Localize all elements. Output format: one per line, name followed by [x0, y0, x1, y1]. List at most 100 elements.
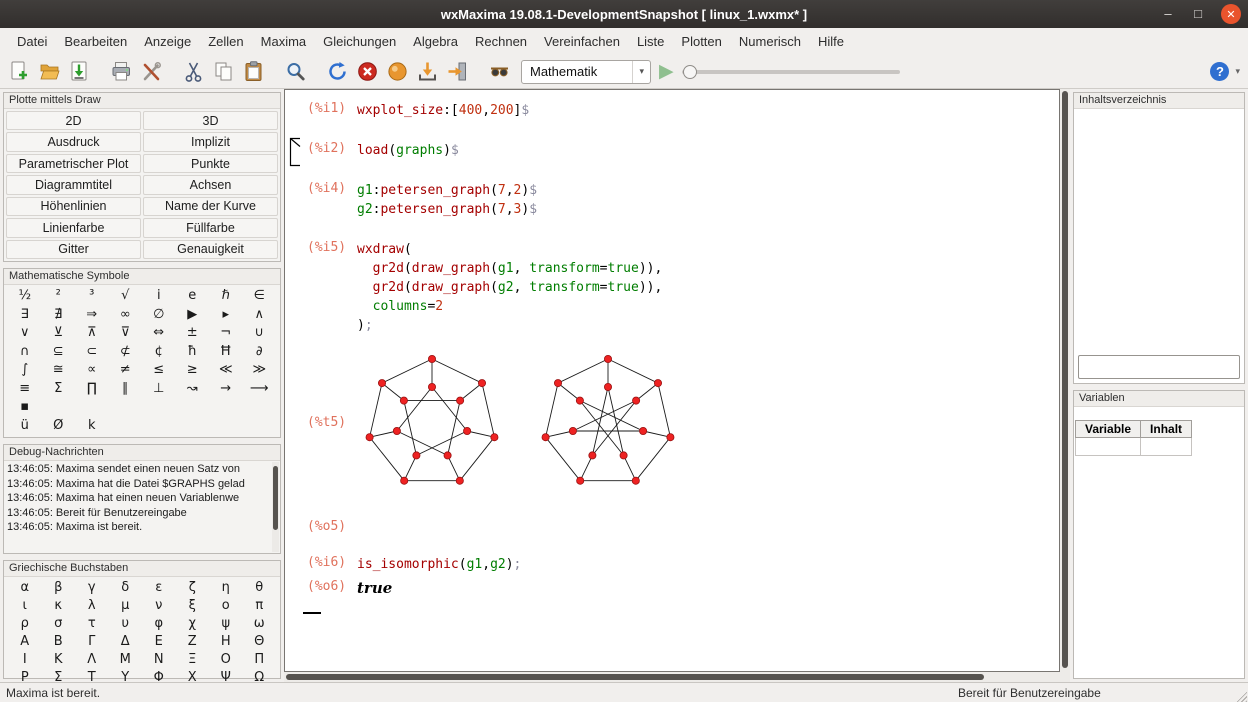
math-symbol-button[interactable]: ⟶ [243, 380, 277, 398]
math-symbol-button[interactable]: ∨ [8, 324, 42, 342]
greek-letter-button[interactable]: Ι [8, 651, 42, 669]
greek-letter-button[interactable]: ο [209, 597, 243, 615]
menu-item-anzeige[interactable]: Anzeige [137, 30, 198, 53]
worksheet-cell[interactable]: (%i6)is_isomorphic(g1,g2); [291, 555, 1059, 574]
greek-letter-button[interactable]: Λ [75, 651, 109, 669]
math-symbol-button[interactable]: k [75, 417, 109, 435]
math-symbol-button[interactable]: ¢ [142, 343, 176, 361]
math-symbol-button[interactable]: ≡ [8, 380, 42, 398]
greek-letter-button[interactable]: Θ [243, 633, 277, 651]
math-symbol-button[interactable]: ∩ [8, 343, 42, 361]
greek-letter-button[interactable]: Ν [142, 651, 176, 669]
math-symbol-button[interactable]: ≅ [42, 361, 76, 379]
greek-letter-button[interactable]: Κ [42, 651, 76, 669]
evaluate-to-cursor-icon[interactable] [414, 58, 441, 85]
maximize-button[interactable]: □ [1191, 4, 1205, 24]
draw-option-button[interactable]: Achsen [143, 175, 278, 194]
worksheet-cell[interactable]: (%o6)true [291, 579, 1059, 597]
math-symbol-button[interactable]: ⊻ [42, 324, 76, 342]
draw-option-button[interactable]: Punkte [143, 154, 278, 173]
menu-item-zellen[interactable]: Zellen [201, 30, 250, 53]
greek-letter-button[interactable]: Γ [75, 633, 109, 651]
math-symbol-button[interactable]: ∞ [109, 306, 143, 324]
math-symbol-button[interactable]: ∂ [243, 343, 277, 361]
math-symbol-button[interactable]: √ [109, 287, 143, 305]
horizontal-scrollbar[interactable] [284, 672, 1060, 682]
worksheet-cell[interactable]: (%i5)wxdraw( gr2d(draw_graph(g1, transfo… [291, 240, 1059, 335]
math-symbol-button[interactable]: ℏ [209, 287, 243, 305]
greek-letter-button[interactable]: Ε [142, 633, 176, 651]
greek-letter-button[interactable]: δ [109, 579, 143, 597]
minimize-button[interactable]: – [1161, 4, 1175, 24]
cell-body[interactable]: g1:petersen_graph(7,2)$g2:petersen_graph… [357, 181, 537, 219]
math-symbol-button[interactable]: e [176, 287, 210, 305]
math-symbol-button[interactable]: ∈ [243, 287, 277, 305]
greek-letter-button[interactable]: Δ [109, 633, 143, 651]
menu-item-vereinfachen[interactable]: Vereinfachen [537, 30, 627, 53]
greek-letter-button[interactable]: θ [243, 579, 277, 597]
code-line[interactable]: g1:petersen_graph(7,2)$ [357, 181, 537, 200]
preferences-icon[interactable] [138, 58, 165, 85]
code-line[interactable]: wxplot_size:[400,200]$ [357, 101, 529, 120]
draw-option-button[interactable]: 2D [6, 111, 141, 130]
math-symbol-button[interactable]: ¬ [209, 324, 243, 342]
greek-letter-button[interactable]: ε [142, 579, 176, 597]
math-symbol-button[interactable]: ↝ [176, 380, 210, 398]
math-symbol-button[interactable]: ³ [75, 287, 109, 305]
toc-filter-input[interactable] [1078, 355, 1240, 379]
draw-option-button[interactable]: 3D [143, 111, 278, 130]
code-line[interactable]: wxdraw( [357, 240, 662, 259]
math-symbol-button[interactable]: ∥ [109, 380, 143, 398]
new-document-icon[interactable] [6, 58, 33, 85]
math-symbol-button[interactable]: ≥ [176, 361, 210, 379]
math-symbol-button[interactable]: ⊄ [109, 343, 143, 361]
debug-scrollbar-thumb[interactable] [273, 466, 278, 531]
greek-letter-button[interactable]: ι [8, 597, 42, 615]
variables-cell[interactable] [1141, 438, 1192, 456]
toolbar-overflow-chevron[interactable]: ▾ [1235, 66, 1242, 77]
greek-letter-button[interactable]: η [209, 579, 243, 597]
math-symbol-button[interactable]: ∄ [42, 306, 76, 324]
cell-body[interactable]: wxplot_size:[400,200]$ [357, 101, 529, 120]
math-symbol-button[interactable]: ⊆ [42, 343, 76, 361]
math-symbol-button[interactable]: ⇒ [75, 306, 109, 324]
math-symbol-button[interactable]: ▶ [176, 306, 210, 324]
title-bar[interactable]: wxMaxima 19.08.1-DevelopmentSnapshot [ l… [0, 0, 1248, 28]
greek-letter-button[interactable]: λ [75, 597, 109, 615]
code-line[interactable]: is_isomorphic(g1,g2); [357, 555, 521, 574]
variables-cell[interactable] [1076, 438, 1141, 456]
resize-grip-icon[interactable] [1234, 689, 1247, 702]
code-line[interactable]: gr2d(draw_graph(g1, transform=true)), [357, 259, 662, 278]
greek-letter-button[interactable]: π [243, 597, 277, 615]
greek-letter-button[interactable]: γ [75, 579, 109, 597]
cell-insert-cursor[interactable] [303, 612, 321, 614]
vertical-scrollbar[interactable] [1060, 89, 1070, 672]
greek-letter-button[interactable]: ψ [209, 615, 243, 633]
math-symbol-button[interactable]: Ø [42, 417, 76, 435]
math-symbol-button[interactable]: Ħ [209, 343, 243, 361]
vertical-scrollbar-thumb[interactable] [1062, 91, 1068, 668]
math-symbol-button[interactable]: ü [8, 417, 42, 435]
greek-letter-button[interactable]: χ [176, 615, 210, 633]
cell-body[interactable]: wxdraw( gr2d(draw_graph(g1, transform=tr… [357, 240, 662, 335]
math-symbol-button[interactable]: ≤ [142, 361, 176, 379]
debug-scrollbar[interactable] [272, 462, 279, 552]
interrupt-icon[interactable] [354, 58, 381, 85]
greek-letter-button[interactable]: ζ [176, 579, 210, 597]
draw-option-button[interactable]: Linienfarbe [6, 218, 141, 237]
math-symbol-button[interactable]: ∝ [75, 361, 109, 379]
follow-evaluation-icon[interactable] [384, 58, 411, 85]
math-symbol-button[interactable]: ħ [176, 343, 210, 361]
math-symbol-button[interactable]: ⊂ [75, 343, 109, 361]
menu-item-hilfe[interactable]: Hilfe [811, 30, 851, 53]
menu-item-rechnen[interactable]: Rechnen [468, 30, 534, 53]
print-icon[interactable] [108, 58, 135, 85]
math-symbol-button[interactable]: ≪ [209, 361, 243, 379]
math-symbol-button[interactable]: → [209, 380, 243, 398]
menu-item-gleichungen[interactable]: Gleichungen [316, 30, 403, 53]
math-symbol-button[interactable]: ± [176, 324, 210, 342]
math-symbol-button[interactable]: ² [42, 287, 76, 305]
math-symbol-button[interactable]: ⇔ [142, 324, 176, 342]
greek-letter-button[interactable]: υ [109, 615, 143, 633]
greek-letter-button[interactable]: σ [42, 615, 76, 633]
